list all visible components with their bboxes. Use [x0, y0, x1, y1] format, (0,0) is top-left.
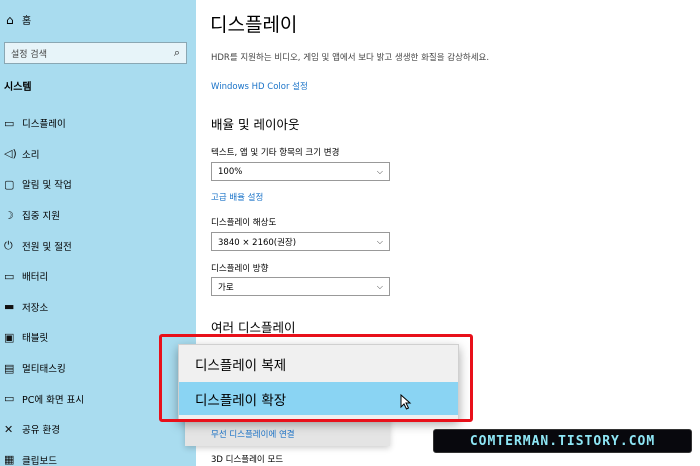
sidebar-item-battery[interactable]: ▭ 배터리	[0, 261, 196, 292]
sidebar-item-label: 알림 및 작업	[22, 180, 72, 192]
tablet-icon: ▣	[4, 330, 15, 344]
hdr-description: HDR를 지원하는 비디오, 게임 및 앱에서 보다 밝고 생생한 화질을 감상…	[211, 53, 490, 63]
sidebar-item-power[interactable]: ⏻ 전원 및 절전	[0, 230, 196, 261]
sidebar-item-label: 배터리	[22, 272, 49, 284]
sidebar-item-label: 멀티태스킹	[22, 364, 66, 376]
monitor-icon: ▭	[4, 116, 15, 130]
sidebar-item-focus[interactable]: ☽ 집중 지원	[0, 200, 196, 231]
scale-value: 100%	[218, 166, 243, 177]
sidebar-item-display[interactable]: ▭ 디스플레이	[0, 108, 196, 139]
scale-dropdown[interactable]: 100% ⌵	[211, 162, 390, 181]
display-3d-label: 3D 디스플레이 모드	[211, 455, 284, 465]
search-input[interactable]: 설정 검색 ⌕	[4, 42, 187, 64]
orientation-value: 가로	[218, 282, 234, 293]
project-icon: ▭	[4, 392, 15, 406]
sidebar-item-label: 디스플레이	[22, 119, 66, 131]
search-placeholder: 설정 검색	[11, 49, 47, 60]
resolution-value: 3840 × 2160(권장)	[218, 237, 297, 248]
scale-heading: 배율 및 레이아웃	[211, 117, 300, 132]
sidebar-item-label: 집중 지원	[22, 211, 60, 223]
share-icon: ✕	[4, 422, 14, 436]
sidebar-item-clipboard[interactable]: ▦ 클립보드	[0, 445, 196, 466]
orientation-label: 디스플레이 방향	[211, 264, 269, 274]
sidebar-item-label: 공유 환경	[22, 425, 60, 437]
page-title: 디스플레이	[210, 14, 298, 36]
watermark: COMTERMAN.TISTORY.COM	[433, 429, 692, 453]
sidebar-item-notifications[interactable]: ▢ 알림 및 작업	[0, 169, 196, 200]
sidebar-item-label: 소리	[22, 149, 40, 161]
sidebar-item-storage[interactable]: ▬ 저장소	[0, 292, 196, 323]
resolution-dropdown[interactable]: 3840 × 2160(권장) ⌵	[211, 232, 390, 251]
chevron-down-icon: ⌵	[376, 281, 383, 291]
home-label: 홈	[22, 16, 32, 27]
chevron-down-icon: ⌵	[376, 166, 383, 176]
mouse-cursor-icon	[400, 394, 412, 410]
hdr-settings-link[interactable]: Windows HD Color 설정	[211, 80, 308, 92]
section-title: 시스템	[4, 82, 32, 93]
chevron-down-icon: ⌵	[376, 236, 383, 246]
resolution-label: 디스플레이 해상도	[211, 218, 277, 228]
orientation-dropdown[interactable]: 가로 ⌵	[211, 277, 390, 296]
search-icon[interactable]: ⌕	[174, 46, 180, 60]
highlight-box	[159, 334, 473, 422]
sidebar-item-label: PC에 화면 표시	[22, 394, 85, 406]
home-nav-item[interactable]: ⌂ 홈	[6, 12, 32, 28]
sidebar-item-label: 전원 및 절전	[22, 241, 72, 253]
clipboard-icon: ▦	[4, 453, 15, 466]
storage-icon: ▬	[4, 300, 15, 314]
wireless-display-link[interactable]: 무선 디스플레이에 연결	[211, 428, 295, 440]
home-icon: ⌂	[6, 12, 14, 27]
sidebar-item-label: 클립보드	[22, 455, 57, 466]
scale-label: 텍스트, 앱 및 기타 항목의 크기 변경	[211, 148, 340, 158]
advanced-scale-link[interactable]: 고급 배율 설정	[211, 191, 263, 203]
sidebar-item-label: 저장소	[22, 302, 49, 314]
moon-icon: ☽	[4, 208, 14, 222]
sidebar-item-sound[interactable]: ◁) 소리	[0, 139, 196, 170]
notification-icon: ▢	[4, 177, 15, 191]
sidebar-item-label: 태블릿	[22, 333, 49, 345]
battery-icon: ▭	[4, 269, 15, 283]
speaker-icon: ◁)	[4, 147, 17, 161]
multitasking-icon: ▤	[4, 361, 15, 375]
power-icon: ⏻	[4, 238, 13, 252]
